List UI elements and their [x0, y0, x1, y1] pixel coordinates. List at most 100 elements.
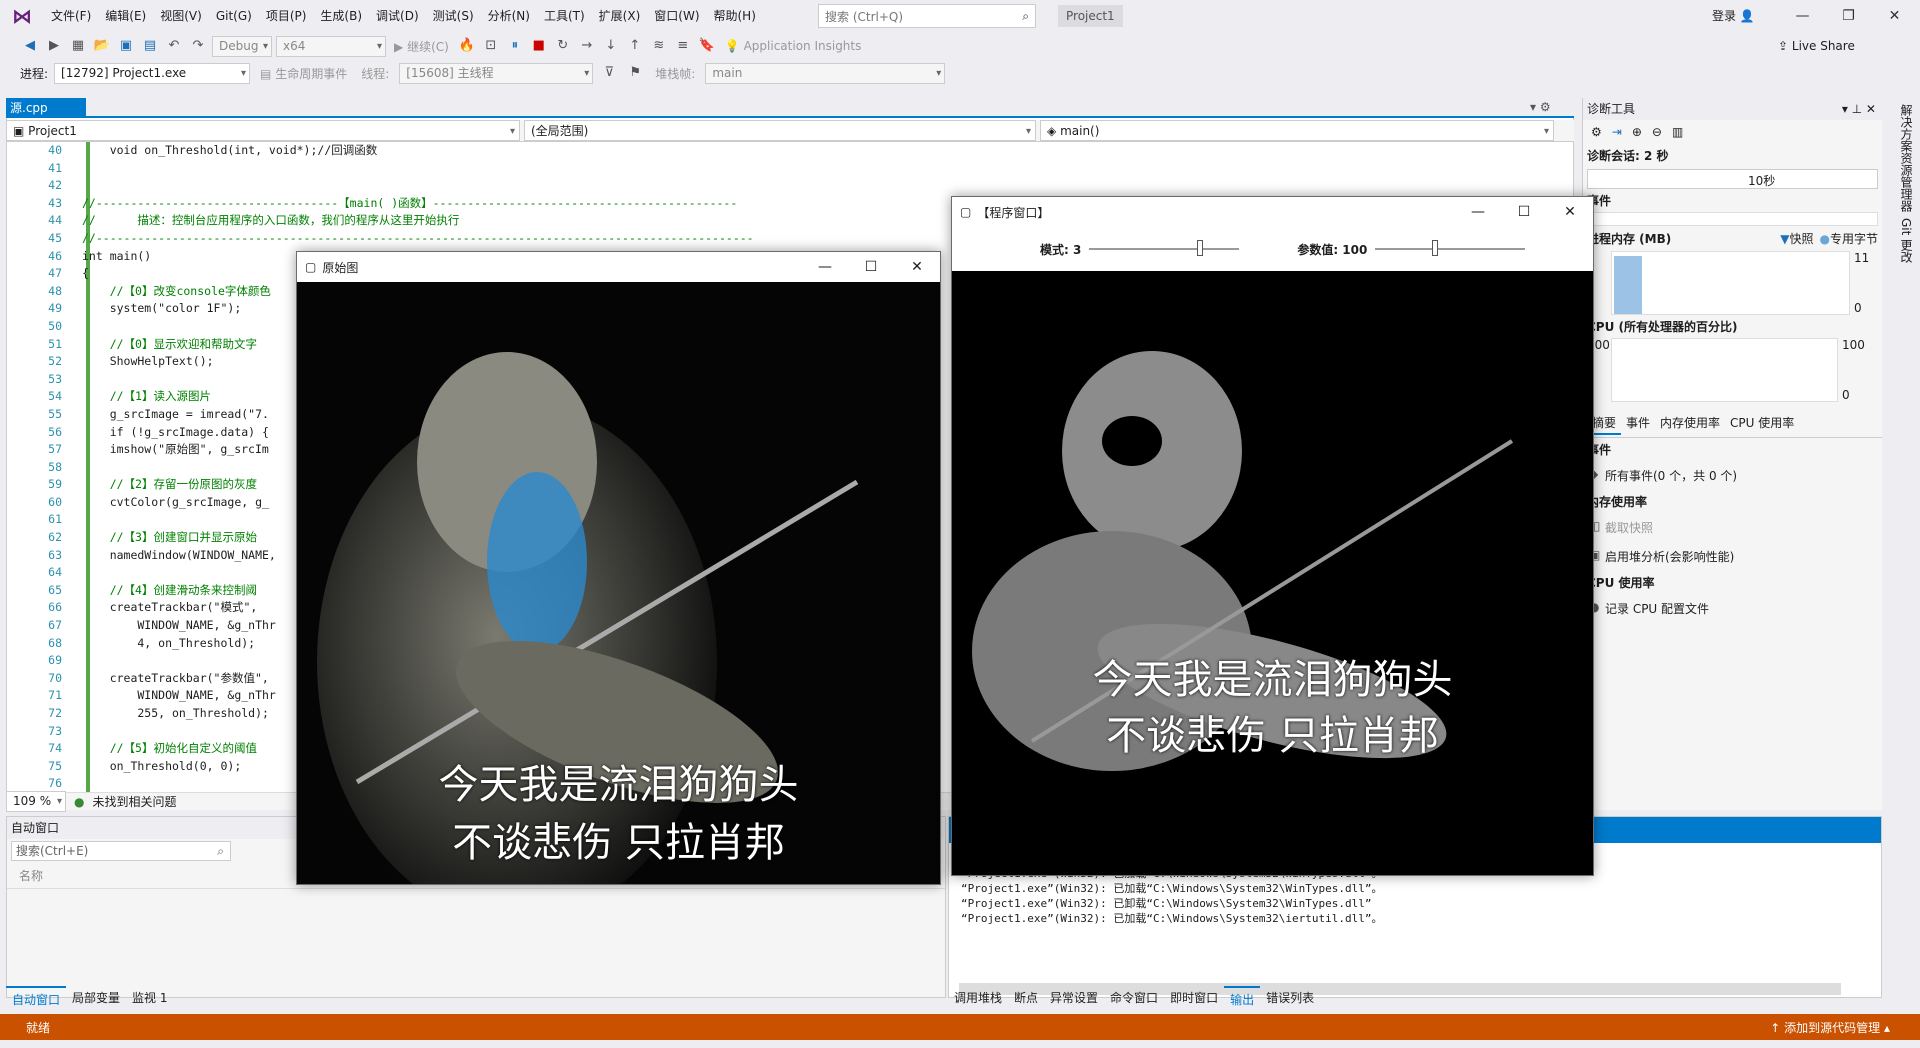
- bottom-tab[interactable]: 局部变量: [66, 986, 126, 1008]
- step-over-icon[interactable]: →: [577, 36, 597, 56]
- menu-item[interactable]: 生成(B): [313, 0, 369, 32]
- pin-icon[interactable]: ▾ ⊥ ✕: [1842, 98, 1876, 120]
- reset-zoom-icon[interactable]: ▥: [1672, 125, 1683, 139]
- flag-icon[interactable]: ⚑: [625, 63, 645, 83]
- menu-item[interactable]: Git(G): [209, 0, 259, 32]
- menu-item[interactable]: 编辑(E): [98, 0, 153, 32]
- restore-button[interactable]: ❐: [1826, 0, 1871, 32]
- hot-reload-icon[interactable]: 🔥: [457, 36, 477, 56]
- zoom-combo[interactable]: 109 %: [6, 791, 66, 812]
- bottom-tab[interactable]: 错误列表: [1260, 986, 1320, 1008]
- save-icon[interactable]: ▣: [116, 36, 136, 56]
- app-insights-button[interactable]: 💡 Application Insights: [721, 39, 866, 53]
- thread-icon[interactable]: ≋: [649, 36, 669, 56]
- maximize-icon[interactable]: ☐: [1501, 204, 1547, 220]
- menu-item[interactable]: 调试(D): [369, 0, 426, 32]
- nav-function-combo[interactable]: ◈ main(): [1040, 120, 1554, 142]
- close-button[interactable]: ✕: [1872, 0, 1917, 32]
- timeline-ruler[interactable]: 10秒: [1587, 169, 1878, 189]
- original-title-bar[interactable]: ▢ 原始图 — ☐ ✕: [297, 252, 940, 282]
- continue-button[interactable]: ▶ 继续(C): [390, 38, 453, 55]
- solution-explorer-tab[interactable]: 解决方案资源管理器: [1898, 104, 1915, 212]
- redo-icon[interactable]: ↷: [188, 36, 208, 56]
- bottom-tab[interactable]: 输出: [1224, 986, 1261, 1008]
- mode-trackbar-thumb[interactable]: [1197, 240, 1204, 256]
- screenshot-icon[interactable]: ⊡: [481, 36, 501, 56]
- menu-item[interactable]: 文件(F): [44, 0, 98, 32]
- menu-item[interactable]: 工具(T): [537, 0, 592, 32]
- filter-icon[interactable]: ⊽: [599, 63, 619, 83]
- live-share-button[interactable]: ⇪ Live Share: [1778, 36, 1855, 56]
- login-button[interactable]: 登录 👤: [1712, 6, 1755, 26]
- settings-icon[interactable]: ⚙: [1591, 125, 1602, 139]
- undo-icon[interactable]: ↶: [164, 36, 184, 56]
- back-icon[interactable]: ◀: [20, 36, 40, 56]
- autos-search-input[interactable]: 搜索(Ctrl+E) ⌕: [11, 841, 231, 861]
- all-events-link[interactable]: ◆所有事件(0 个，共 0 个): [1583, 461, 1882, 490]
- stack-frame-combo[interactable]: main: [705, 62, 946, 84]
- config-combo[interactable]: Debug: [212, 35, 272, 57]
- save-all-icon[interactable]: ▤: [140, 36, 160, 56]
- comment-icon[interactable]: ≡: [673, 36, 693, 56]
- nav-scope-combo[interactable]: (全局范围): [524, 120, 1036, 142]
- record-cpu-button[interactable]: ● 记录 CPU 配置文件: [1583, 594, 1882, 623]
- lifecycle-button[interactable]: ▤ 生命周期事件: [256, 65, 351, 82]
- param-trackbar-thumb[interactable]: [1431, 240, 1438, 256]
- check-icon: ●: [74, 794, 85, 809]
- status-bar: 就绪 ↑ 添加到源代码管理 ▴: [0, 1014, 1920, 1040]
- heap-profiling-toggle[interactable]: ▣ 启用堆分析(会影响性能): [1583, 542, 1882, 571]
- bottom-tab[interactable]: 监视 1: [126, 986, 173, 1008]
- maximize-icon[interactable]: ☐: [848, 259, 894, 275]
- code-line: 42: [38, 177, 1558, 195]
- forward-icon[interactable]: ▶: [44, 36, 64, 56]
- minimize-icon[interactable]: —: [802, 259, 848, 275]
- line-number: 61: [48, 512, 62, 527]
- line-text: //【2】存留一份原图的灰度: [82, 477, 257, 492]
- export-icon[interactable]: ⇥: [1612, 125, 1622, 139]
- pause-icon[interactable]: ⏸: [505, 36, 525, 56]
- minimize-button[interactable]: —: [1780, 0, 1825, 32]
- param-trackbar[interactable]: [1375, 238, 1526, 260]
- zoom-in-icon[interactable]: ⊕: [1632, 125, 1642, 139]
- menu-item[interactable]: 项目(P): [259, 0, 314, 32]
- bottom-tab[interactable]: 断点: [1008, 986, 1044, 1008]
- open-folder-icon[interactable]: 📂: [92, 36, 112, 56]
- stop-icon[interactable]: ■: [529, 36, 549, 56]
- process-combo[interactable]: [12792] Project1.exe: [54, 62, 251, 84]
- menu-item[interactable]: 分析(N): [481, 0, 537, 32]
- bottom-tab[interactable]: 调用堆栈: [948, 986, 1008, 1008]
- minimize-icon[interactable]: —: [1455, 204, 1501, 220]
- thread-combo[interactable]: [15608] 主线程: [399, 62, 594, 84]
- menu-item[interactable]: 窗口(W): [647, 0, 706, 32]
- diag-tab[interactable]: 内存使用率: [1655, 412, 1725, 433]
- menu-item[interactable]: 帮助(H): [707, 0, 763, 32]
- search-icon: ⌕: [1022, 8, 1029, 23]
- tab-source-cpp[interactable]: 源.cpp: [6, 98, 86, 118]
- new-item-icon[interactable]: ▦: [68, 36, 88, 56]
- bottom-tab[interactable]: 即时窗口: [1164, 986, 1224, 1008]
- bottom-tab[interactable]: 自动窗口: [6, 986, 67, 1008]
- search-box[interactable]: 搜索 (Ctrl+Q) ⌕: [818, 4, 1036, 28]
- menu-item[interactable]: 扩展(X): [592, 0, 648, 32]
- step-out-icon[interactable]: ↑: [625, 36, 645, 56]
- menu-item[interactable]: 测试(S): [426, 0, 481, 32]
- nav-project-combo[interactable]: ▣ Project1: [6, 120, 520, 142]
- git-changes-tab[interactable]: Git 更改: [1898, 218, 1915, 263]
- source-control-button[interactable]: ↑ 添加到源代码管理 ▴: [1770, 1019, 1890, 1036]
- diag-tab[interactable]: CPU 使用率: [1725, 412, 1799, 433]
- platform-combo[interactable]: x64: [276, 35, 386, 57]
- restart-icon[interactable]: ↻: [553, 36, 573, 56]
- step-into-icon[interactable]: ↓: [601, 36, 621, 56]
- close-icon[interactable]: ✕: [894, 259, 940, 275]
- menu-item[interactable]: 视图(V): [153, 0, 209, 32]
- zoom-out-icon[interactable]: ⊖: [1652, 125, 1662, 139]
- program-title-bar[interactable]: ▢ 【程序窗口】 — ☐ ✕: [952, 197, 1593, 227]
- take-snapshot-button[interactable]: ◫ 截取快照: [1583, 513, 1882, 542]
- bottom-tab[interactable]: 异常设置: [1044, 986, 1104, 1008]
- tab-dropdown-icon[interactable]: ▾ ⚙: [1530, 100, 1570, 114]
- close-icon[interactable]: ✕: [1547, 204, 1593, 220]
- diag-tab[interactable]: 事件: [1621, 412, 1655, 433]
- mode-trackbar[interactable]: [1089, 238, 1240, 260]
- bottom-tab[interactable]: 命令窗口: [1104, 986, 1164, 1008]
- bookmark-icon[interactable]: 🔖: [697, 36, 717, 56]
